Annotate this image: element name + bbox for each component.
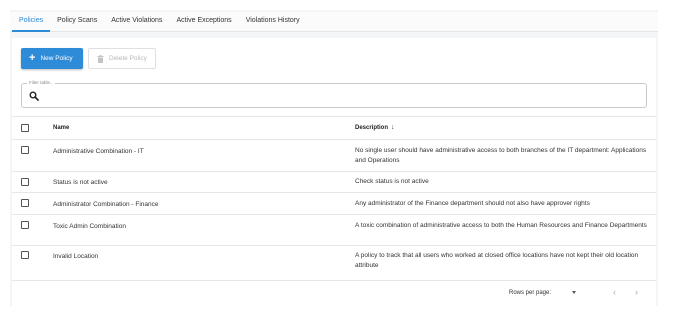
policy-name: Toxic Admin Combination xyxy=(53,223,126,230)
sort-arrow-icon: ↓ xyxy=(391,124,395,131)
policy-description: Any administrator of the Finance departm… xyxy=(355,200,590,207)
tab-violations-history[interactable]: Violations History xyxy=(239,12,307,32)
prev-page-button[interactable]: ‹ xyxy=(613,287,616,297)
row-checkbox[interactable] xyxy=(21,221,29,229)
table-row[interactable]: Toxic Admin Combination A toxic combinat… xyxy=(12,214,656,245)
policy-description: A toxic combination of administrative ac… xyxy=(355,222,647,229)
plus-icon: + xyxy=(29,52,36,64)
next-page-button[interactable]: › xyxy=(635,287,638,297)
policy-name: Administrator Combination - Finance xyxy=(53,201,159,208)
row-checkbox[interactable] xyxy=(21,146,29,154)
new-policy-label: New Policy xyxy=(40,55,73,62)
policy-description: Check status is not active xyxy=(355,178,429,185)
policies-panel: + New Policy Delete Policy Filter table.… xyxy=(12,38,656,306)
column-header-name[interactable]: Name xyxy=(53,125,69,131)
policy-name: Status is not active xyxy=(53,179,108,186)
policies-table: Name Description ↓ Administrative Combina… xyxy=(12,116,656,278)
column-header-description-label: Description xyxy=(355,125,389,131)
filter-input[interactable]: Filter table.. xyxy=(21,80,647,108)
table-pagination: Rows per page: ‹ › xyxy=(12,280,656,306)
trash-icon xyxy=(97,54,104,63)
tab-bar: Policies Policy Scans Active Violations … xyxy=(10,12,658,32)
table-row[interactable]: Invalid Location A policy to track that … xyxy=(12,245,656,278)
rows-per-page-label: Rows per page: xyxy=(509,290,552,296)
column-header-description[interactable]: Description ↓ xyxy=(355,123,650,133)
search-icon xyxy=(29,91,39,101)
policy-description: No single user should have administrativ… xyxy=(355,147,647,164)
table-row[interactable]: Administrator Combination - Finance Any … xyxy=(12,192,656,214)
delete-policy-button[interactable]: Delete Policy xyxy=(88,48,156,69)
tab-active-violations[interactable]: Active Violations xyxy=(104,12,169,32)
table-row[interactable]: Status is not active Check status is not… xyxy=(12,171,656,192)
caret-down-icon[interactable] xyxy=(572,291,576,294)
policy-name: Invalid Location xyxy=(53,253,99,260)
row-checkbox[interactable] xyxy=(21,178,29,186)
tab-policy-scans[interactable]: Policy Scans xyxy=(50,12,104,32)
delete-policy-label: Delete Policy xyxy=(109,55,147,62)
tab-policies[interactable]: Policies xyxy=(12,12,51,32)
tab-active-exceptions[interactable]: Active Exceptions xyxy=(169,12,238,32)
row-checkbox[interactable] xyxy=(21,199,29,207)
policy-name: Administrative Combination - IT xyxy=(53,148,144,155)
table-header-row: Name Description ↓ xyxy=(12,116,656,139)
filter-label: Filter table.. xyxy=(27,80,55,85)
row-checkbox[interactable] xyxy=(21,251,29,259)
select-all-checkbox[interactable] xyxy=(21,124,29,132)
table-row[interactable]: Administrative Combination - IT No singl… xyxy=(12,139,656,171)
new-policy-button[interactable]: + New Policy xyxy=(21,48,83,69)
policy-description: A policy to track that all users who wor… xyxy=(355,252,639,269)
